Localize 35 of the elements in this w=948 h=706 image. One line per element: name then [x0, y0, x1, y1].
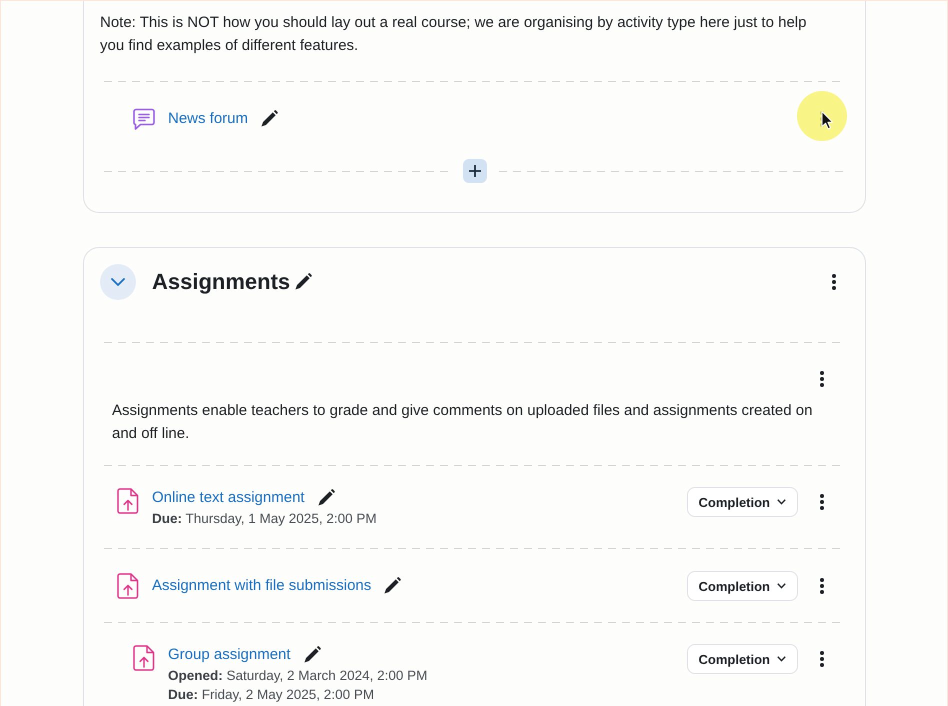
- document-upload-icon: [117, 573, 139, 599]
- chevron-down-icon: [777, 499, 786, 505]
- section-title: Assignments: [152, 268, 290, 296]
- activity-date: Opened: Saturday, 2 March 2024, 2:00 PM: [168, 667, 428, 685]
- kebab-menu-icon[interactable]: [820, 371, 824, 387]
- chevron-down-icon: [111, 278, 125, 286]
- kebab-menu-icon[interactable]: [820, 578, 824, 594]
- section-summary: Assignments enable teachers to grade and give comments on uploaded files and assignments created on and off line.: [112, 401, 814, 444]
- plus-icon: [469, 165, 481, 177]
- activity-date: Due: Thursday, 1 May 2025, 2:00 PM: [152, 510, 377, 528]
- pencil-icon[interactable]: [294, 273, 312, 291]
- pencil-icon[interactable]: [302, 646, 321, 664]
- activity-link[interactable]: News forum: [168, 108, 248, 130]
- pencil-icon[interactable]: [383, 577, 402, 595]
- mouse-pointer-icon: [797, 91, 847, 141]
- speech-bubble-icon: [132, 107, 156, 131]
- activity-link[interactable]: Online text assignment: [152, 487, 305, 509]
- completion-dropdown[interactable]: Completion: [686, 571, 798, 601]
- document-upload-icon: [117, 488, 139, 514]
- activity-link[interactable]: Assignment with file submissions: [152, 575, 372, 597]
- kebab-menu-icon[interactable]: [820, 494, 824, 510]
- chevron-down-icon: [777, 583, 786, 589]
- kebab-menu-icon[interactable]: [820, 651, 824, 667]
- pencil-icon[interactable]: [260, 110, 278, 128]
- activity-date: Due: Friday, 2 May 2025, 2:00 PM: [168, 686, 374, 704]
- completion-dropdown[interactable]: Completion: [686, 487, 798, 517]
- document-upload-icon: [133, 645, 155, 671]
- chevron-down-icon: [777, 656, 786, 662]
- section-summary: Note: This is NOT how you should lay out a real course; we are organising by activity type here just to help you find examples of different features.: [100, 13, 808, 56]
- pencil-icon[interactable]: [316, 489, 335, 507]
- activity-link[interactable]: Group assignment: [168, 644, 291, 666]
- collapse-button[interactable]: [100, 264, 136, 300]
- completion-dropdown[interactable]: Completion: [686, 644, 798, 674]
- kebab-menu-icon[interactable]: [832, 274, 836, 290]
- add-button[interactable]: [463, 159, 487, 183]
